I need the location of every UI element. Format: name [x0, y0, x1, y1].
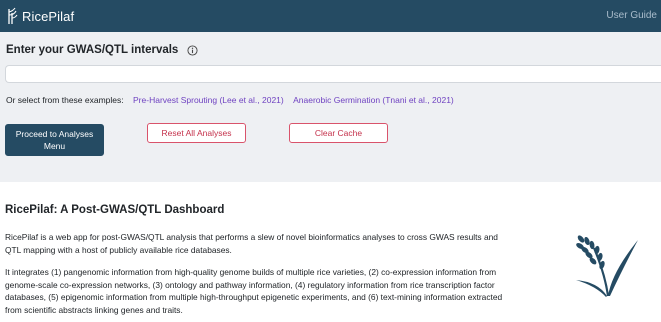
intervals-input[interactable] — [5, 65, 661, 83]
input-panel: Enter your GWAS/QTL intervals Or select … — [0, 32, 661, 182]
navbar: RicePilaf User Guide — [0, 0, 661, 32]
reset-all-analyses-button[interactable]: Reset All Analyses — [147, 123, 246, 143]
examples-prefix: Or select from these examples: — [6, 95, 124, 105]
ricepilaf-logo-icon — [8, 7, 18, 24]
proceed-to-analyses-button[interactable]: Proceed to Analyses Menu — [5, 124, 104, 156]
about-title: RicePilaf: A Post-GWAS/QTL Dashboard — [5, 204, 225, 216]
example-link-anaerobic-germination[interactable]: Anaerobic Germination (Tnani et al., 202… — [293, 95, 454, 105]
info-circle-icon[interactable] — [187, 44, 198, 56]
example-link-pre-harvest-sprouting[interactable]: Pre-Harvest Sprouting (Lee et al., 2021) — [133, 95, 284, 105]
about-paragraph-2: It integrates (1) pangenomic information… — [5, 267, 503, 315]
clear-cache-button[interactable]: Clear Cache — [289, 123, 388, 143]
brand-name: RicePilaf — [22, 8, 75, 24]
user-guide-link[interactable]: User Guide — [606, 10, 657, 21]
brand[interactable]: RicePilaf — [6, 6, 74, 26]
examples-row: Or select from these examples: Pre-Harve… — [6, 95, 454, 105]
about-paragraph-1: RicePilaf is a web app for post-GWAS/QTL… — [5, 232, 498, 255]
rice-plant-icon — [576, 235, 638, 297]
intervals-label: Enter your GWAS/QTL intervals — [6, 44, 179, 56]
intervals-label-row: Enter your GWAS/QTL intervals — [6, 44, 198, 56]
